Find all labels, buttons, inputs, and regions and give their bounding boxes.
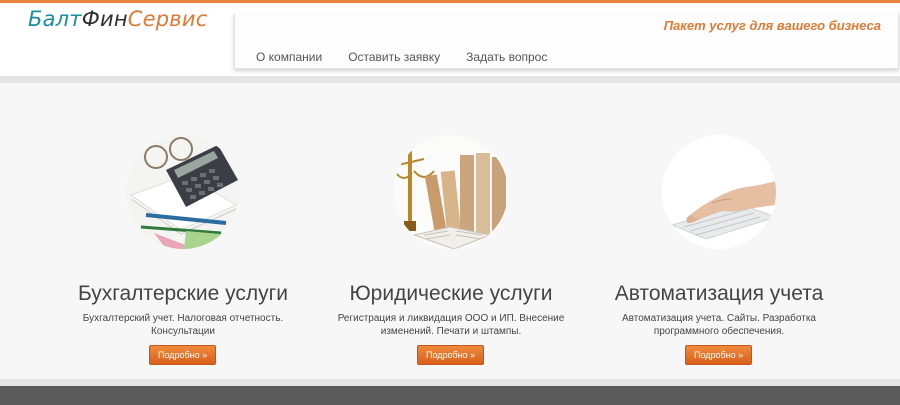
details-button[interactable]: Подробно » [149, 345, 217, 365]
nav-panel: Пакет услуг для вашего бизнеса О компани… [234, 13, 899, 69]
feature-description: Автоматизация учета. Сайты. Разработка п… [622, 313, 816, 337]
feature-title: Автоматизация учета [614, 282, 824, 305]
tagline: Пакет услуг для вашего бизнеса [663, 18, 881, 33]
logo-part-1: Балт [28, 7, 82, 31]
nav-item-question[interactable]: Задать вопрос [466, 50, 547, 64]
feature-description: Бухгалтерский учет. Налоговая отчетность… [82, 313, 284, 337]
details-button[interactable]: Подробно » [417, 345, 485, 365]
logo-part-3: Сервис [127, 7, 208, 31]
details-button[interactable]: Подробно » [685, 345, 753, 365]
footer [0, 386, 900, 405]
header-divider [0, 76, 900, 83]
feature-title: Юридические услуги [349, 282, 553, 305]
logo[interactable]: БалтФинСервис [28, 7, 207, 31]
footer-divider [0, 379, 900, 386]
header: БалтФинСервис Пакет услуг для вашего биз… [0, 3, 900, 76]
feature-description: Регистрация и ликвидация ООО и ИП. Внесе… [337, 313, 565, 337]
features-section: Бухгалтерские услуги Бухгалтерский учет.… [0, 83, 900, 379]
keyboard-hand-image [662, 135, 776, 249]
calculator-image [126, 135, 240, 249]
scales-books-image [394, 135, 508, 249]
nav-item-about[interactable]: О компании [256, 50, 322, 64]
logo-part-2: Фин [81, 7, 128, 31]
feature-title: Бухгалтерские услуги [77, 282, 289, 305]
main-nav: О компании Оставить заявку Задать вопрос [256, 50, 547, 64]
nav-item-request[interactable]: Оставить заявку [348, 50, 440, 64]
